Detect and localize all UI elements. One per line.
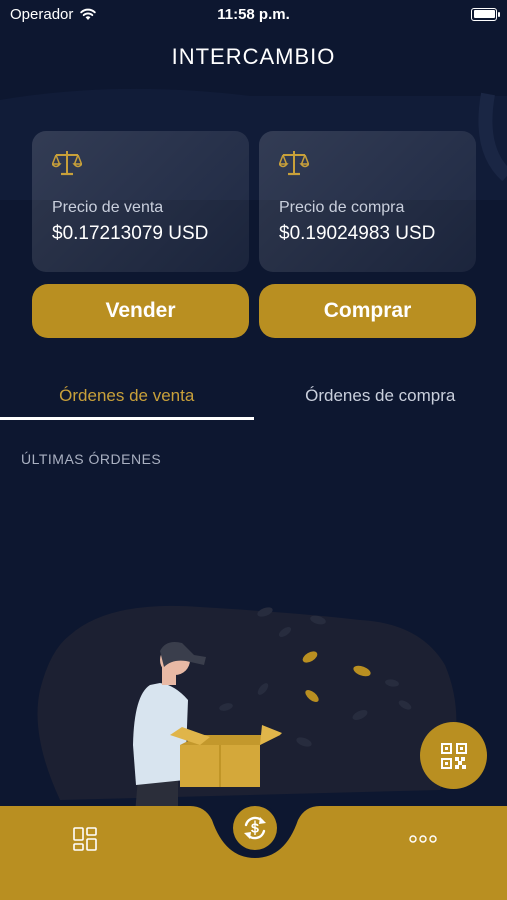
sell-button[interactable]: Vender [32,284,249,338]
scale-icon [52,151,82,176]
tab-sell-orders[interactable]: Órdenes de venta [0,372,254,420]
buy-button[interactable]: Comprar [259,284,476,338]
carrier-label: Operador [10,5,74,23]
page-title: INTERCAMBIO [171,44,336,69]
more-icon[interactable] [408,834,438,844]
exchange-icon: S [244,816,266,840]
buy-price-label: Precio de compra [279,199,405,216]
exchange-button[interactable]: S [230,803,280,853]
qr-code-icon [440,742,467,769]
status-left: Operador [10,6,97,23]
tab-buy-orders[interactable]: Órdenes de compra [254,372,507,420]
qr-scan-button[interactable] [420,722,487,789]
orders-tabs: Órdenes de venta Órdenes de compra [0,372,507,420]
sell-price-value: $0.17213079 USD [52,223,209,244]
sell-price-card: Precio de venta $0.17213079 USD [32,131,249,272]
empty-orders-illustration [37,605,457,825]
battery-icon [471,7,500,21]
scale-icon [279,151,309,176]
dashboard-icon[interactable] [72,826,98,852]
wifi-icon [80,8,97,20]
buy-price-card: Precio de compra $0.19024983 USD [259,131,476,272]
latest-orders-heading: ÚLTIMAS ÓRDENES [21,451,162,467]
sell-price-label: Precio de venta [52,199,164,216]
buy-price-value: $0.19024983 USD [279,223,436,244]
status-bar: Operador 11:58 p.m. [0,0,507,28]
